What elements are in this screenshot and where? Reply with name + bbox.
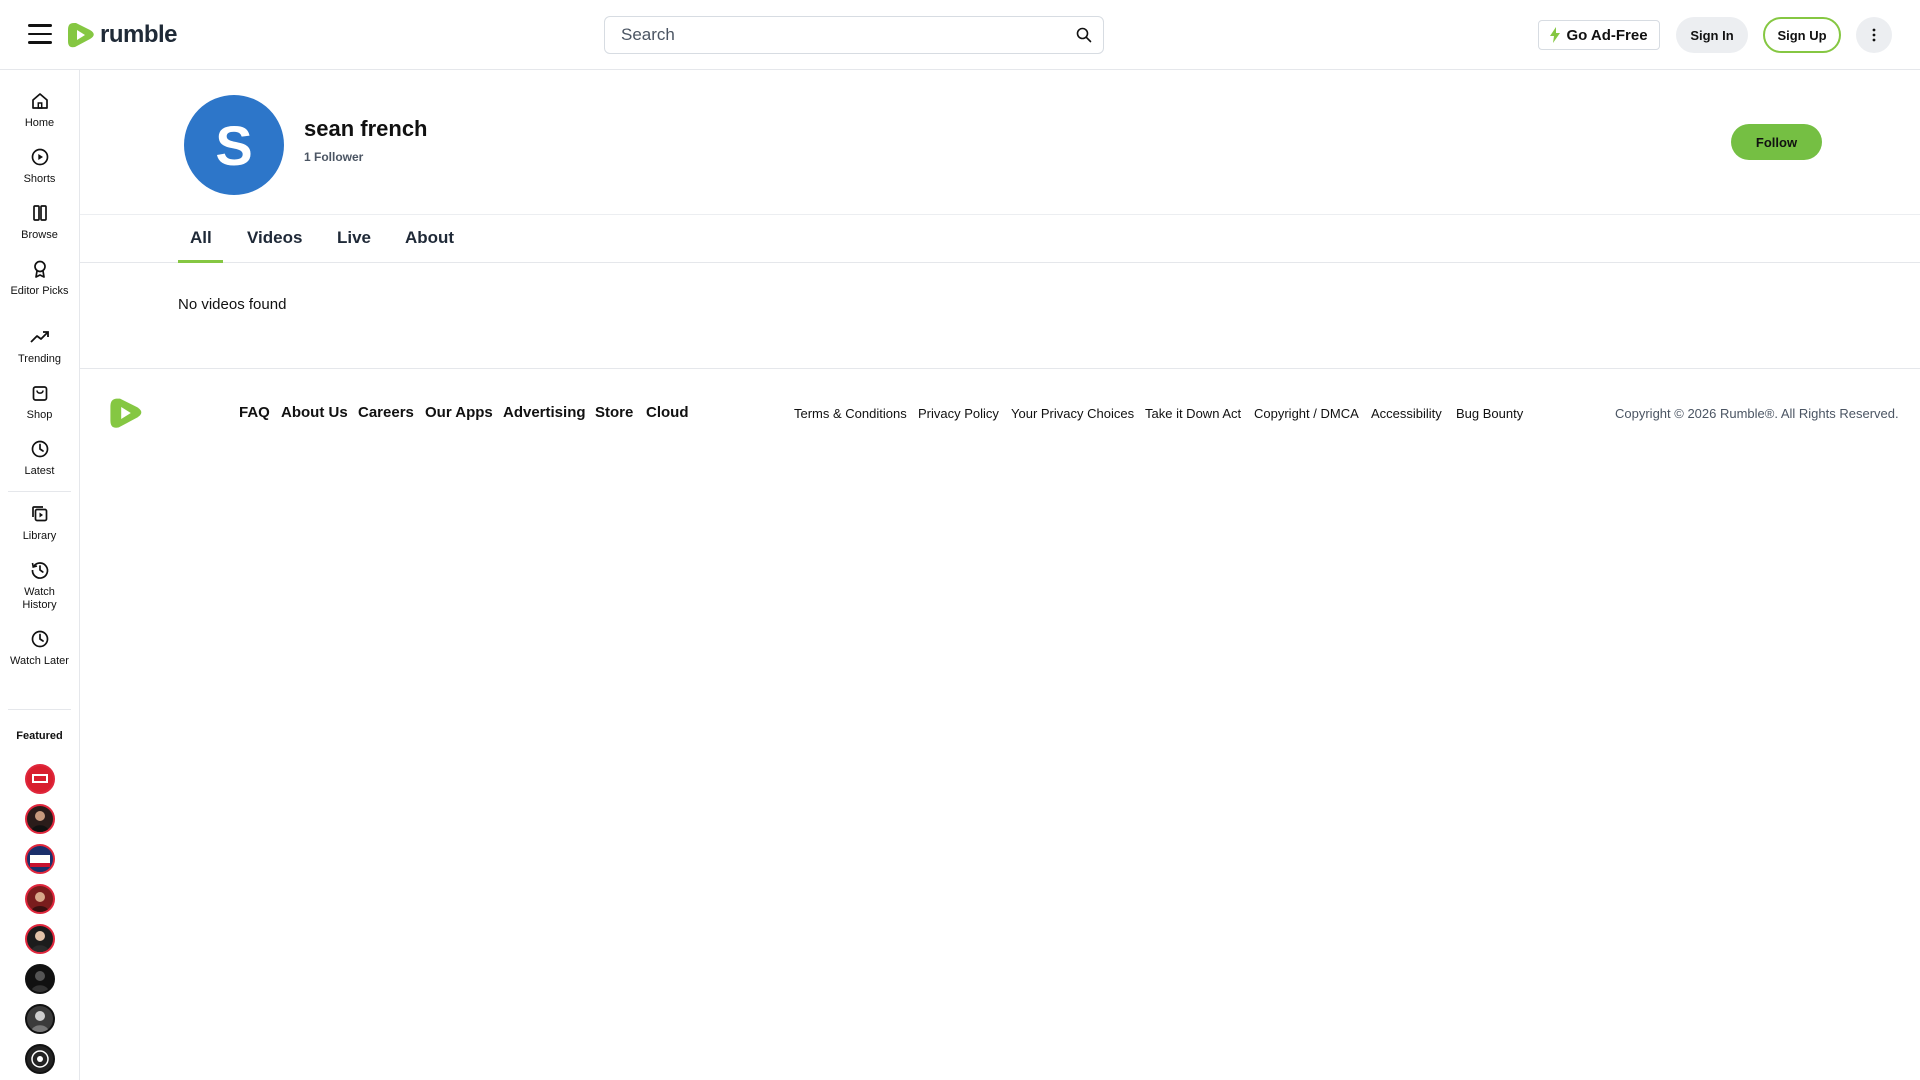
sidebar-item-label: Shorts	[23, 173, 56, 185]
shop-icon	[32, 386, 47, 401]
lightning-icon	[1550, 27, 1561, 43]
sidebar-item-watch-later[interactable]: Watch Later	[0, 628, 79, 668]
featured-heading: Featured	[16, 730, 63, 742]
legal-link-privacy-policy[interactable]: Privacy Policy	[918, 406, 999, 421]
featured-channel-avatar[interactable]	[25, 924, 55, 954]
sidebar-item-label: Browse	[21, 229, 58, 241]
sidebar-divider	[8, 709, 71, 710]
browse-icon	[32, 205, 47, 221]
tab-all[interactable]: All	[190, 228, 212, 248]
trending-icon	[29, 331, 49, 343]
top-header: rumble Go Ad-Free Sign In Sign Up	[0, 0, 1920, 70]
clock-icon	[31, 440, 48, 458]
search-button[interactable]	[1065, 17, 1103, 53]
copyright-notice: Copyright © 2026 Rumble®. All Rights Res…	[1615, 406, 1899, 421]
tabs-divider	[80, 262, 1920, 263]
footer-divider	[80, 368, 1920, 369]
footer-link-about-us[interactable]: About Us	[281, 404, 348, 421]
sidebar-item-shorts[interactable]: Shorts	[0, 146, 79, 186]
featured-channel-avatar[interactable]	[25, 804, 55, 834]
award-icon	[33, 260, 46, 278]
legal-link-accessibility[interactable]: Accessibility	[1371, 406, 1442, 421]
menu-icon[interactable]	[28, 24, 52, 46]
sidebar-divider	[8, 491, 71, 492]
tab-about[interactable]: About	[405, 228, 454, 248]
sign-in-button[interactable]: Sign In	[1676, 17, 1748, 53]
sidebar-item-trending[interactable]: Trending	[0, 326, 79, 366]
legal-link-bug-bounty[interactable]: Bug Bounty	[1456, 406, 1523, 421]
go-ad-free-label: Go Ad-Free	[1566, 26, 1648, 44]
go-ad-free-button[interactable]: Go Ad-Free	[1538, 20, 1660, 50]
tab-live[interactable]: Live	[337, 228, 371, 248]
sidebar-item-label: Trending	[17, 353, 61, 365]
vertical-dots-icon	[1872, 28, 1876, 42]
channel-name: sean french	[304, 116, 428, 141]
sidebar-item-label: Home	[24, 117, 55, 129]
sidebar-item-home[interactable]: Home	[0, 90, 79, 130]
rumble-play-icon	[110, 398, 142, 428]
logo-wordmark: rumble	[100, 21, 178, 48]
featured-channel-avatar[interactable]	[25, 1044, 55, 1074]
footer-rumble-logo[interactable]	[108, 395, 144, 431]
channel-avatar: S	[184, 95, 284, 195]
sidebar-item-library[interactable]: Library	[0, 503, 79, 543]
library-icon	[31, 506, 47, 522]
sidebar-item-latest[interactable]: Latest	[0, 438, 79, 478]
follower-count: 1 Follower	[304, 150, 364, 164]
sign-up-button[interactable]: Sign Up	[1763, 17, 1841, 53]
legal-link-copyright-dmca[interactable]: Copyright / DMCA	[1254, 406, 1359, 421]
sidebar-item-label: Watch History	[22, 586, 57, 611]
footer-link-store[interactable]: Store	[595, 404, 633, 421]
shorts-icon	[31, 148, 48, 166]
sidebar-item-label: Library	[22, 530, 57, 542]
sidebar-item-label: Latest	[24, 465, 55, 477]
sidebar-item-label: Watch Later	[10, 655, 69, 667]
search-bar	[604, 16, 1104, 54]
sidebar-item-watch-history[interactable]: Watch History	[0, 559, 79, 612]
featured-channel-avatar[interactable]	[25, 1004, 55, 1034]
featured-channel-avatar[interactable]	[25, 964, 55, 994]
sidebar-item-label: Editor Picks	[10, 285, 69, 297]
tab-videos[interactable]: Videos	[247, 228, 302, 248]
legal-link-privacy-choices[interactable]: Your Privacy Choices	[1011, 406, 1134, 421]
no-videos-message: No videos found	[178, 296, 287, 313]
featured-channel-avatar[interactable]	[25, 844, 55, 874]
sidebar-item-label: Shop	[26, 409, 53, 421]
rumble-play-icon	[68, 23, 94, 48]
home-icon	[31, 93, 48, 109]
history-icon	[31, 562, 48, 579]
more-options-button[interactable]	[1856, 17, 1892, 53]
search-input[interactable]	[605, 17, 1065, 53]
left-sidebar: Home Shorts Browse Editor Picks Trending…	[0, 70, 80, 1080]
featured-channel-avatar[interactable]	[25, 884, 55, 914]
sidebar-item-shop[interactable]: Shop	[0, 382, 79, 422]
legal-link-take-it-down[interactable]: Take it Down Act	[1145, 406, 1241, 421]
sidebar-item-editor-picks[interactable]: Editor Picks	[0, 258, 79, 298]
search-icon	[1076, 27, 1092, 43]
follow-button[interactable]: Follow	[1731, 124, 1822, 160]
rumble-logo[interactable]: rumble	[66, 20, 178, 50]
featured-channel-avatar[interactable]	[25, 764, 55, 794]
footer-link-faq[interactable]: FAQ	[239, 404, 270, 421]
sidebar-item-browse[interactable]: Browse	[0, 202, 79, 242]
clock-icon	[31, 630, 48, 648]
footer-link-advertising[interactable]: Advertising	[503, 404, 586, 421]
tabs-divider	[80, 214, 1920, 215]
footer-link-careers[interactable]: Careers	[358, 404, 414, 421]
active-tab-indicator	[178, 260, 223, 263]
footer-link-cloud[interactable]: Cloud	[646, 404, 689, 421]
legal-link-terms[interactable]: Terms & Conditions	[794, 406, 907, 421]
footer-link-our-apps[interactable]: Our Apps	[425, 404, 493, 421]
